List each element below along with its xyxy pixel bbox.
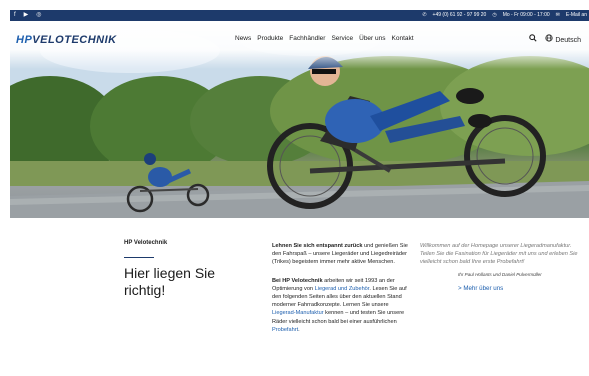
nav-item-fachhaendler[interactable]: Fachhändler bbox=[289, 35, 325, 42]
email-link[interactable]: E-Mail an bbox=[566, 11, 587, 20]
nav-item-ueber-uns[interactable]: Über uns bbox=[359, 35, 385, 42]
opening-hours: Mo - Fr 09:00 - 17:00 bbox=[502, 12, 550, 18]
language-label: Deutsch bbox=[555, 37, 581, 44]
logo[interactable]: HPVELOTECHNIK bbox=[16, 34, 117, 46]
p1-bold: Lehnen Sie sich entspannt zurück bbox=[272, 243, 363, 249]
headline-line-2: richtig! bbox=[124, 282, 166, 298]
link-probefahrt[interactable]: Probefahrt bbox=[272, 327, 298, 333]
logo-hp: HP bbox=[16, 34, 33, 46]
phone-icon: ✆ bbox=[422, 12, 427, 18]
nav-item-produkte[interactable]: Produkte bbox=[257, 35, 283, 42]
more-about-us-link[interactable]: > Mehr über uns bbox=[420, 285, 585, 293]
search-icon[interactable] bbox=[529, 34, 537, 44]
page-headline: Hier liegen Sie richtig! bbox=[124, 265, 215, 299]
intro-text: Lehnen Sie sich entspannt zurück und gen… bbox=[272, 242, 410, 344]
p2-text-d: . bbox=[298, 326, 300, 333]
social-links: f ▶ ◎ bbox=[14, 11, 42, 20]
facebook-icon[interactable]: f bbox=[14, 11, 16, 20]
phone-number[interactable]: +49 (0) 61 92 - 97 99 20 bbox=[433, 11, 487, 20]
p2-bold: Bei HP Velotechnik bbox=[272, 277, 323, 284]
quote-text: Willkommen auf der Homepage unserer Lieg… bbox=[420, 243, 578, 266]
header-tools: Deutsch bbox=[529, 34, 581, 44]
link-liegerad-manufaktur[interactable]: Liegerad-Manufaktur bbox=[272, 310, 324, 316]
mail-icon: ✉ bbox=[555, 12, 560, 18]
nav-item-kontakt[interactable]: Kontakt bbox=[392, 35, 414, 42]
youtube-icon[interactable]: ▶ bbox=[24, 11, 29, 20]
welcome-quote: Willkommen auf der Homepage unserer Lieg… bbox=[420, 242, 585, 293]
headline-line-1: Hier liegen Sie bbox=[124, 265, 216, 281]
intro-paragraph-1: Lehnen Sie sich entspannt zurück und gen… bbox=[272, 242, 410, 267]
nav-item-service[interactable]: Service bbox=[331, 35, 353, 42]
site-header: HPVELOTECHNIK News Produkte Fachhändler … bbox=[10, 21, 589, 69]
globe-icon bbox=[545, 34, 555, 44]
intro-paragraph-2: Bei HP Velotechnik arbeiten wir seit 199… bbox=[272, 277, 410, 334]
link-liegerad-zubehoer[interactable]: Liegerad und Zubehör bbox=[315, 286, 370, 292]
instagram-icon[interactable]: ◎ bbox=[36, 11, 41, 20]
contact-info: ✆ +49 (0) 61 92 - 97 99 20 ◷ Mo - Fr 09:… bbox=[422, 11, 587, 20]
quote-signature: Ihr Paul Hollants und Daniel Pulvermülle… bbox=[458, 271, 542, 277]
language-selector[interactable]: Deutsch bbox=[545, 34, 581, 44]
clock-icon: ◷ bbox=[492, 12, 497, 18]
section-kicker: HP Velotechnik bbox=[124, 240, 168, 246]
divider bbox=[124, 257, 154, 258]
logo-text: VELOTECHNIK bbox=[32, 34, 117, 46]
nav-item-news[interactable]: News bbox=[235, 35, 251, 42]
main-nav: News Produkte Fachhändler Service Über u… bbox=[235, 35, 414, 42]
top-bar: f ▶ ◎ ✆ +49 (0) 61 92 - 97 99 20 ◷ Mo - … bbox=[10, 10, 589, 21]
